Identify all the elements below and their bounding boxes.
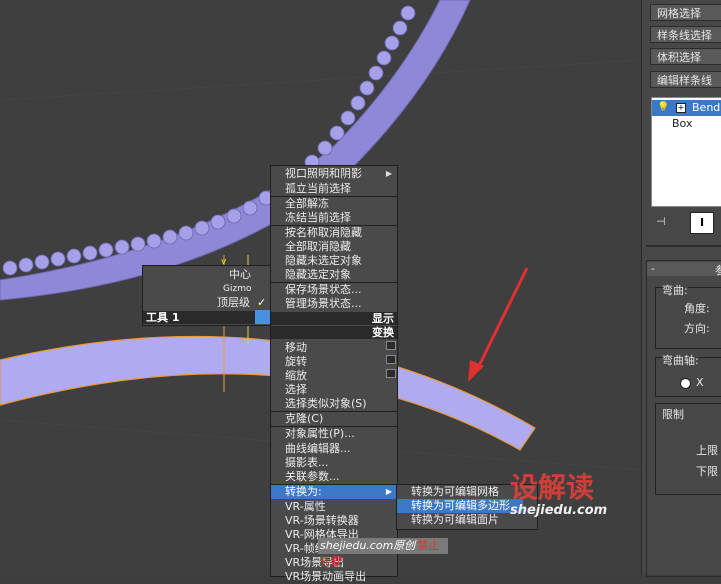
show-end-result-icon[interactable]: I <box>690 212 714 234</box>
quad-item-center[interactable]: 中心 <box>229 268 251 282</box>
settings-box-icon[interactable] <box>386 355 396 364</box>
parameters-rollout: - 参 弯曲: 角度: 方向: 弯曲轴: X 限制 上限 下限 <box>646 260 721 577</box>
volume-select-button[interactable]: 体积选择 <box>650 48 721 65</box>
menu-item-viewport-lighting[interactable]: 视口照明和阴影 ▶ <box>271 167 397 181</box>
menu-item-vr-scene-converter[interactable]: VR-场景转换器 <box>271 514 359 528</box>
quad-menu-left: 中心 Gizmo 顶层级 ✓ 工具 1 <box>142 265 274 326</box>
settings-box-icon[interactable] <box>386 341 396 350</box>
watermark-caption: shejiedu.com原创 禁止转载 <box>318 538 448 568</box>
menu-item-hide-selection[interactable]: 隐藏选定对象 <box>271 268 351 282</box>
bend-axis-group: 弯曲轴: X <box>655 352 721 397</box>
menu-item-select-similar[interactable]: 选择类似对象(S) <box>271 397 367 411</box>
quad-header-transform: 变换 <box>271 326 397 339</box>
menu-item-manage-scene-states[interactable]: 管理场景状态... <box>271 297 362 311</box>
command-panel: 网格选择 样条线选择 体积选择 编辑样条线 💡 + Bend Box ⊣ I -… <box>641 0 721 577</box>
lightbulb-icon[interactable]: 💡 <box>657 100 669 116</box>
menu-item-rotate[interactable]: 旋转 <box>271 355 397 369</box>
mesh-select-button[interactable]: 网格选择 <box>650 4 721 21</box>
expand-icon[interactable]: + <box>676 103 686 113</box>
edit-spline-button[interactable]: 编辑样条线 <box>650 71 721 88</box>
menu-item-save-scene-state[interactable]: 保存场景状态... <box>271 283 362 297</box>
menu-item-select[interactable]: 选择 <box>271 383 307 397</box>
watermark-url: shejiedu.com <box>510 503 608 518</box>
menu-item-isolate[interactable]: 孤立当前选择 <box>271 182 351 196</box>
menu-item-unhide-all[interactable]: 全部取消隐藏 <box>271 240 351 254</box>
modifier-stack[interactable]: 💡 + Bend Box <box>651 97 721 207</box>
bend-group: 弯曲: 角度: 方向: <box>655 282 721 349</box>
divider <box>646 245 721 247</box>
submenu-item-editable-poly[interactable]: 转换为可编辑多边形 <box>397 499 523 513</box>
quad-menu-right: 视口照明和阴影 ▶ 孤立当前选择 全部解冻 冻结当前选择 按名称取消隐藏 全部取消… <box>270 165 398 583</box>
menu-item-object-properties[interactable]: 对象属性(P)... <box>271 427 355 441</box>
menu-item-unfreeze-all[interactable]: 全部解冻 <box>271 197 329 211</box>
menu-item-vr-properties[interactable]: VR-属性 <box>271 500 326 514</box>
menu-item-unhide-by-name[interactable]: 按名称取消隐藏 <box>271 226 362 240</box>
menu-item-dope-sheet[interactable]: 摄影表... <box>271 456 329 470</box>
submenu-arrow-icon: ▶ <box>385 169 392 178</box>
submenu-item-editable-mesh[interactable]: 转换为可编辑网格 <box>397 485 499 499</box>
check-icon: ✓ <box>257 296 267 309</box>
quad-center-marker <box>255 310 270 324</box>
menu-item-freeze-selection[interactable]: 冻结当前选择 <box>271 211 351 225</box>
quad-header-display: 显示 <box>271 312 397 325</box>
menu-item-vr-scene-anim-export[interactable]: VR场景动画导出 <box>271 570 366 584</box>
stack-item-box[interactable]: Box <box>652 116 721 132</box>
limits-group: 限制 上限 下限 <box>655 403 721 495</box>
rollout-title-bar[interactable]: - 参 <box>647 262 721 277</box>
pin-stack-icon[interactable]: ⊣ <box>656 215 666 228</box>
menu-item-clone[interactable]: 克隆(C) <box>271 412 323 426</box>
settings-box-icon[interactable] <box>386 369 396 378</box>
menu-item-scale[interactable]: 缩放 <box>271 369 397 383</box>
menu-item-hide-unselected[interactable]: 隐藏未选定对象 <box>271 254 362 268</box>
menu-item-move[interactable]: 移动 <box>271 341 397 355</box>
spline-select-button[interactable]: 样条线选择 <box>650 26 721 43</box>
quad-item-gizmo[interactable]: Gizmo <box>223 282 251 296</box>
submenu-item-editable-patch[interactable]: 转换为可编辑面片 <box>397 513 499 527</box>
menu-item-convert-to[interactable]: 转换为: ▶ <box>271 485 397 499</box>
quad-item-top-level[interactable]: 顶层级 <box>217 296 250 310</box>
menu-item-curve-editor[interactable]: 曲线编辑器... <box>271 442 351 456</box>
submenu-arrow-icon: ▶ <box>385 487 392 496</box>
menu-item-wire-parameters[interactable]: 关联参数... <box>271 470 340 484</box>
watermark-logo: 设解读 <box>510 471 595 504</box>
stack-item-bend[interactable]: 💡 + Bend <box>652 100 721 116</box>
radio-x-icon[interactable] <box>680 378 691 389</box>
